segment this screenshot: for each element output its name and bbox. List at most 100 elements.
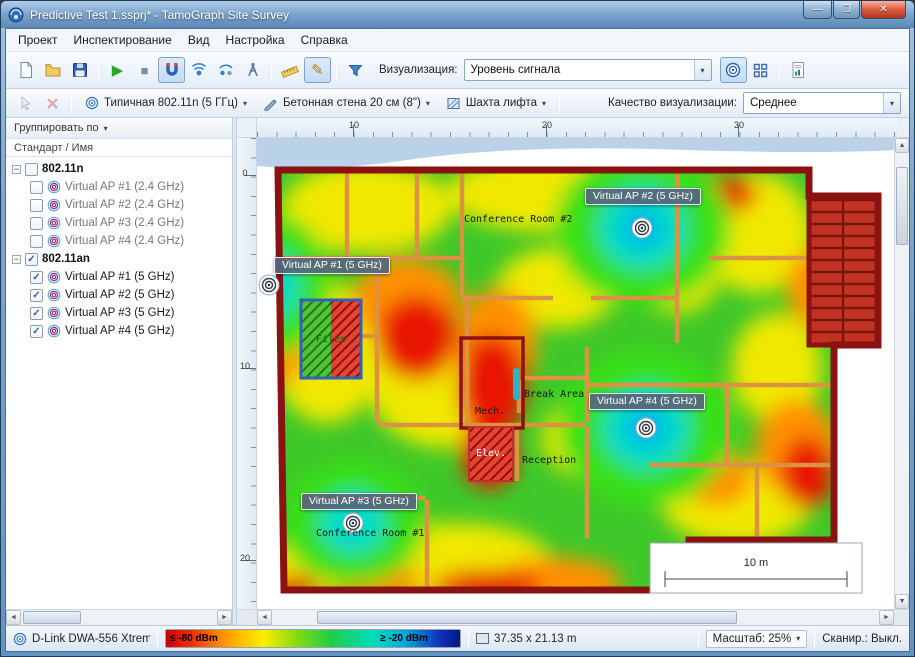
ap-tag-4[interactable]: Virtual AP #4 (5 GHz): [589, 393, 705, 410]
tree-group-80211n[interactable]: − 802.11n: [6, 160, 232, 178]
show-legend-toggle[interactable]: [747, 57, 774, 83]
quality-combobox[interactable]: Среднее ▾: [743, 92, 901, 114]
map-horizontal-scrollbar[interactable]: ◄ ►: [257, 609, 894, 625]
maximize-button[interactable]: ❐: [833, 1, 860, 19]
ap-icon: [47, 270, 61, 284]
checkbox[interactable]: [30, 181, 43, 194]
checkbox[interactable]: [30, 199, 43, 212]
tree-item-ap2-5[interactable]: ✓ Virtual AP #2 (5 GHz): [6, 286, 232, 304]
menu-settings[interactable]: Настройка: [218, 30, 293, 50]
map-vertical-scrollbar[interactable]: ▲ ▼: [894, 138, 909, 609]
tree-item-ap2-24[interactable]: Virtual AP #2 (2.4 GHz): [6, 196, 232, 214]
room-label-conference1: Conference Room #1: [316, 528, 424, 539]
ap-icon: [47, 198, 61, 212]
floorplan-svg[interactable]: Conference Room #2 Break Area Mech. Rece…: [257, 138, 894, 609]
new-project-button[interactable]: [12, 57, 39, 83]
ap-list-panel: Группировать по ▾ Стандарт / Имя − 802.1…: [6, 118, 233, 625]
chevron-down-icon: ▾: [694, 60, 711, 80]
plan-header-band: [257, 138, 894, 168]
plan-dimensions: 37.35 x 21.13 m: [469, 626, 583, 651]
tree-item-ap4-24[interactable]: Virtual AP #4 (2.4 GHz): [6, 232, 232, 250]
filter-button[interactable]: [342, 57, 369, 83]
checkbox[interactable]: ✓: [30, 307, 43, 320]
top-ruler-row: 10 20 30: [237, 118, 909, 138]
menu-help[interactable]: Справка: [293, 30, 356, 50]
start-survey-button[interactable]: ▶: [104, 57, 131, 83]
chevron-down-icon: ▾: [883, 93, 900, 113]
tree-group-80211an[interactable]: − ✓ 802.11an: [6, 250, 232, 268]
chevron-down-icon: ▾: [243, 99, 247, 108]
ap-marker-2[interactable]: [632, 218, 652, 238]
save-button[interactable]: [66, 57, 93, 83]
map-main: 0 10 20: [237, 138, 909, 609]
ap-marker-icon: [724, 61, 742, 79]
menu-project[interactable]: Проект: [10, 30, 66, 50]
title-bar[interactable]: Predictive Test 1.ssprj* - TamoGraph Sit…: [1, 1, 914, 28]
scroll-right-icon[interactable]: ►: [217, 610, 232, 625]
tree-item-ap3-5[interactable]: ✓ Virtual AP #3 (5 GHz): [6, 304, 232, 322]
ruler-corner: [237, 118, 257, 138]
checkbox[interactable]: ✓: [30, 289, 43, 302]
tree-item-ap1-24[interactable]: Virtual AP #1 (2.4 GHz): [6, 178, 232, 196]
scrollbar-thumb[interactable]: [896, 167, 908, 245]
scrollbar-thumb[interactable]: [317, 611, 737, 624]
group-by-button[interactable]: Группировать по ▾: [6, 118, 232, 139]
collapse-icon[interactable]: −: [12, 255, 21, 264]
minimize-button[interactable]: —: [803, 1, 832, 19]
close-button[interactable]: ✕: [861, 1, 906, 19]
checkbox[interactable]: [25, 163, 38, 176]
draw-ap-dropdown[interactable]: Типичная 802.11n (5 ГГц) ▾: [77, 92, 255, 115]
active-survey-button[interactable]: [212, 57, 239, 83]
scrollbar-thumb[interactable]: [23, 611, 81, 624]
scroll-left-icon[interactable]: ◄: [6, 610, 21, 625]
sidebar-horizontal-scrollbar[interactable]: ◄ ►: [6, 609, 232, 625]
open-folder-icon: [44, 61, 62, 79]
tree-item-ap1-5[interactable]: ✓ Virtual AP #1 (5 GHz): [6, 268, 232, 286]
passive-survey-button[interactable]: [185, 57, 212, 83]
ap-tag-3[interactable]: Virtual AP #3 (5 GHz): [301, 493, 417, 510]
measure-calibrate-button[interactable]: [277, 57, 304, 83]
checkbox[interactable]: [30, 217, 43, 230]
scroll-left-icon[interactable]: ◄: [257, 610, 272, 625]
ap-marker-4[interactable]: [636, 418, 656, 438]
scroll-right-icon[interactable]: ►: [879, 610, 894, 625]
scroll-down-icon[interactable]: ▼: [895, 594, 909, 609]
checkbox[interactable]: ✓: [25, 253, 38, 266]
show-aps-toggle[interactable]: [720, 57, 747, 83]
ruler-mark: 0: [238, 168, 252, 178]
menu-view[interactable]: Вид: [180, 30, 218, 50]
gps-calibration-button[interactable]: [239, 57, 266, 83]
edit-plan-button[interactable]: ✎: [304, 57, 331, 83]
column-header[interactable]: Стандарт / Имя: [6, 139, 232, 157]
checkbox[interactable]: ✓: [30, 325, 43, 338]
new-document-icon: [17, 61, 35, 79]
ap-tag-1[interactable]: Virtual AP #1 (5 GHz): [274, 257, 390, 274]
status-bar: D-Link DWA-556 Xtrem ≤ -80 dBm ≥ -20 dBm…: [6, 625, 909, 651]
ap-marker-1[interactable]: [259, 275, 279, 295]
menu-inspection[interactable]: Инспектирование: [66, 30, 180, 50]
draw-wall-dropdown[interactable]: Бетонная стена 20 см (8") ▾: [255, 92, 438, 115]
main-toolbar: ▶ ■: [6, 52, 909, 89]
scroll-up-icon[interactable]: ▲: [895, 138, 909, 153]
select-tool-button[interactable]: [12, 92, 39, 115]
check-icon: ✓: [32, 308, 40, 319]
collapse-icon[interactable]: −: [12, 165, 21, 174]
delete-object-button[interactable]: [39, 92, 66, 115]
signal-legend: ≤ -80 dBm ≥ -20 dBm: [165, 629, 461, 648]
checkbox[interactable]: [30, 235, 43, 248]
draw-zone-dropdown[interactable]: Шахта лифта ▾: [438, 92, 554, 115]
ap-tag-2[interactable]: Virtual AP #2 (5 GHz): [585, 188, 701, 205]
report-button[interactable]: [785, 57, 812, 83]
stop-survey-button[interactable]: ■: [131, 57, 158, 83]
tree-item-ap4-5[interactable]: ✓ Virtual AP #4 (5 GHz): [6, 322, 232, 340]
open-project-button[interactable]: [39, 57, 66, 83]
tree-item-ap3-24[interactable]: Virtual AP #3 (2.4 GHz): [6, 214, 232, 232]
zoom-combobox[interactable]: Масштаб: 25% ▾: [706, 630, 808, 648]
ruler-mark: 20: [238, 553, 252, 563]
draw-zone-label: Шахта лифта: [466, 97, 537, 109]
floorplan-canvas[interactable]: Conference Room #2 Break Area Mech. Rece…: [257, 138, 894, 609]
visualization-combobox[interactable]: Уровень сигнала ▾: [464, 59, 712, 81]
toolbar-separator: [271, 59, 272, 81]
snap-magnet-button[interactable]: [158, 57, 185, 83]
checkbox[interactable]: ✓: [30, 271, 43, 284]
